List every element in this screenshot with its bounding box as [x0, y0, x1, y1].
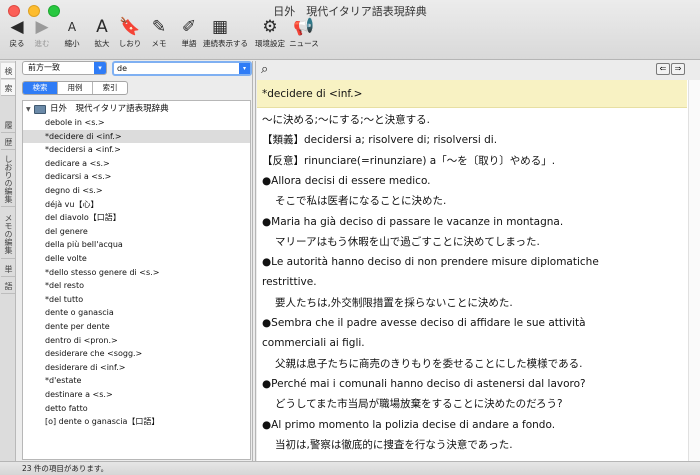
result-item[interactable]: del diavolo【口語】: [23, 211, 250, 224]
toolbar-label: 縮小: [64, 39, 80, 48]
result-item[interactable]: [o] dente o ganascia【口語】: [23, 415, 250, 428]
entry-line: ●Al primo momento la polizia decise di a…: [262, 418, 556, 431]
toolbar-label: 環境設定: [255, 39, 285, 48]
news-button[interactable]: 📢 ニュース: [287, 16, 321, 56]
disclosure-triangle-icon[interactable]: ▼: [26, 103, 31, 116]
toolbar-label: 連続表示する: [203, 39, 248, 48]
result-item[interactable]: dente o ganascia: [23, 306, 250, 319]
word-icon: ✐: [181, 17, 197, 37]
continuous-display-button[interactable]: ▦ 連続表示する: [203, 16, 248, 56]
result-item[interactable]: *del tutto: [23, 293, 250, 306]
result-item[interactable]: *decidere di <inf.>: [23, 129, 250, 143]
chevron-updown-icon: ▾: [94, 62, 106, 74]
side-tab-strip: 検 索 履 歴 しおりの編集 メモの編集 単 語: [0, 61, 16, 461]
toolbar-label: 進む: [34, 39, 50, 48]
preferences-button[interactable]: ⚙ 環境設定: [253, 16, 287, 56]
toolbar-label: メモ: [151, 39, 167, 48]
search-mode-select[interactable]: 前方一致 ▾: [22, 61, 107, 75]
entry-line: そこで私は医者になることに決めた.: [275, 195, 447, 208]
result-item[interactable]: *decidersi a <inf.>: [23, 143, 250, 156]
entry-line: 【反意】rinunciare(=rinunziare) a「〜を〔取り〕やめる」…: [262, 154, 556, 167]
result-item[interactable]: dedicarsi a <s.>: [23, 170, 250, 183]
side-tab-search-1[interactable]: 検: [1, 63, 15, 79]
result-item[interactable]: debole in <s.>: [23, 116, 250, 129]
forward-button[interactable]: ▶ 進む: [25, 16, 59, 56]
result-item[interactable]: *d'estate: [23, 374, 250, 387]
magnifier-icon[interactable]: ⌕: [261, 62, 268, 77]
entry-scrollbar[interactable]: [688, 80, 700, 461]
entry-line: ●Sembra che il padre avesse deciso di af…: [262, 317, 586, 329]
entry-line: ●Le autorità hanno deciso di non prender…: [262, 256, 599, 269]
next-entry-button[interactable]: ⇒: [671, 63, 685, 75]
split-divider[interactable]: [252, 61, 256, 461]
result-item[interactable]: del genere: [23, 225, 250, 238]
result-item[interactable]: dente per dente: [23, 320, 250, 333]
side-tab-memo-edit[interactable]: メモの編集: [1, 209, 15, 259]
prev-entry-button[interactable]: ⇐: [656, 63, 670, 75]
toolbar-label: 単語: [181, 39, 197, 48]
toolbar-label: ニュース: [289, 39, 319, 48]
small-a-icon: A: [67, 20, 77, 34]
side-tab-bookmark-edit[interactable]: しおりの編集: [1, 151, 15, 207]
search-type-tabs: 検索 用例 索引: [22, 81, 128, 95]
dictionary-name: 日外 現代イタリア語表現辞典: [50, 104, 169, 114]
dictionary-book-icon: [34, 105, 46, 114]
side-tab-search-2[interactable]: 索: [1, 80, 15, 96]
entry-line: 父親は息子たちに商売のきりもりを委せることにした模様である.: [275, 357, 583, 370]
entry-line: 当初は,警察は徹底的に捜査を行なう決意であった.: [275, 438, 513, 451]
results-list: ▼ 日外 現代イタリア語表現辞典 debole in <s.> *decidere…: [22, 100, 251, 460]
memo-button[interactable]: ✎ メモ: [142, 16, 176, 56]
result-item[interactable]: destinare a <s.>: [23, 388, 250, 401]
side-tab-history-2[interactable]: 歴: [1, 134, 15, 150]
entry-line: どうしてまた市当局が職場放棄をすることに決めたのだろう?: [275, 398, 563, 411]
result-item[interactable]: *del resto: [23, 279, 250, 292]
result-item[interactable]: delle volte: [23, 252, 250, 265]
result-item[interactable]: *dello stesso genere di <s.>: [23, 266, 250, 279]
result-item[interactable]: desiderare che <sogg.>: [23, 347, 250, 360]
tab-index[interactable]: 索引: [93, 82, 127, 94]
app-window: 日外 現代イタリア語表現辞典 ◀ 戻る ▶ 進む A 縮小 A 拡大 🔖 しおり ✎ メモ ✐ 単語 ▦ 連続…: [0, 0, 700, 475]
entry-line: ●Maria ha già deciso di passare le vacan…: [262, 215, 564, 228]
status-bar: 23 件の項目があります。: [0, 461, 700, 475]
search-query: de: [117, 64, 127, 73]
result-item[interactable]: déjà vu【心】: [23, 198, 250, 211]
side-tab-history-1[interactable]: 履: [1, 117, 15, 133]
forward-arrow-icon: ▶: [35, 17, 49, 37]
side-tab-words-2[interactable]: 語: [1, 278, 15, 294]
result-item[interactable]: della più bell'acqua: [23, 238, 250, 251]
result-item[interactable]: degno di <s.>: [23, 184, 250, 197]
memo-icon: ✎: [151, 17, 167, 37]
entry-content: *decidere di <inf.> 〜に決める;〜にする;〜と決意する. 【類…: [257, 80, 700, 461]
gear-icon: ⚙: [262, 17, 278, 37]
shrink-text-button[interactable]: A 縮小: [55, 16, 89, 56]
entry-line: ●Perché mai i comunali hanno deciso di a…: [262, 377, 586, 390]
side-tab-words-1[interactable]: 単: [1, 261, 15, 277]
tab-search[interactable]: 検索: [23, 82, 58, 94]
entry-line: 〜に決める;〜にする;〜と決意する.: [262, 114, 431, 126]
result-item[interactable]: desiderare di <inf.>: [23, 361, 250, 374]
result-item[interactable]: detto fatto: [23, 402, 250, 415]
tab-examples[interactable]: 用例: [58, 82, 93, 94]
megaphone-icon: 📢: [293, 17, 315, 37]
entry-headword: *decidere di <inf.>: [257, 80, 687, 108]
entry-line: ●Allora decisi di essere medico.: [262, 174, 431, 187]
word-button[interactable]: ✐ 単語: [172, 16, 206, 56]
entry-line: 要人たちは,外交制限措置を採らないことに決めた.: [275, 296, 513, 309]
grid-icon: ▦: [211, 17, 229, 37]
title-toolbar: 日外 現代イタリア語表現辞典 ◀ 戻る ▶ 進む A 縮小 A 拡大 🔖 しおり ✎ メモ ✐ 単語 ▦ 連続…: [0, 0, 700, 60]
entry-toolbar: ⌕ ⇐ ⇒: [257, 61, 700, 79]
entry-line: restrittive.: [262, 276, 317, 289]
search-mode-value: 前方一致: [28, 63, 60, 72]
entry-line: 【類義】decidersi a; risolvere di; risolvers…: [262, 134, 498, 147]
result-item[interactable]: dedicare a <s.>: [23, 157, 250, 170]
result-item[interactable]: dentro di <pron.>: [23, 334, 250, 347]
entry-line: マリーアはもう休暇を山で過ごすことに決めてしまった.: [275, 235, 540, 248]
entry-line: commerciali ai figli.: [262, 337, 365, 350]
chevron-down-icon[interactable]: ▾: [239, 63, 250, 74]
search-input[interactable]: de ▾: [112, 61, 252, 76]
